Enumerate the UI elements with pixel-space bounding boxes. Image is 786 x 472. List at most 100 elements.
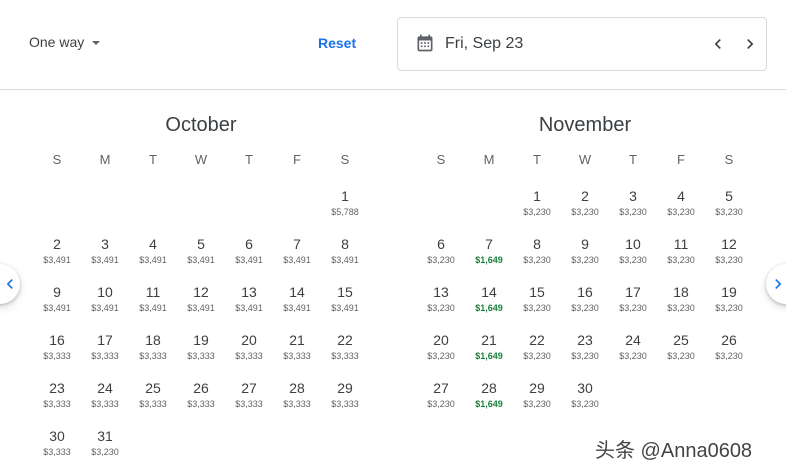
price-label: $3,230 xyxy=(715,351,743,361)
day-cell[interactable]: 18 $3,333 xyxy=(129,326,177,374)
day-cell[interactable]: 22 $3,230 xyxy=(513,326,561,374)
day-cell[interactable]: 21 $3,333 xyxy=(273,326,321,374)
day-cell[interactable]: 6 $3,230 xyxy=(417,230,465,278)
day-cell[interactable]: 11 $3,230 xyxy=(657,230,705,278)
day-cell[interactable]: 27 $3,230 xyxy=(417,374,465,422)
day-number: 14 xyxy=(481,284,497,300)
day-cell[interactable]: 23 $3,230 xyxy=(561,326,609,374)
day-cell[interactable]: 14 $3,491 xyxy=(273,278,321,326)
day-cell[interactable]: 12 $3,230 xyxy=(705,230,753,278)
departure-date-field[interactable]: Fri, Sep 23 xyxy=(397,17,767,71)
price-label: $3,333 xyxy=(187,399,215,409)
day-cell[interactable]: 20 $3,230 xyxy=(417,326,465,374)
day-cell[interactable]: 29 $3,230 xyxy=(513,374,561,422)
day-cell[interactable]: 9 $3,491 xyxy=(33,278,81,326)
day-cell[interactable]: 12 $3,491 xyxy=(177,278,225,326)
day-number: 20 xyxy=(241,332,257,348)
price-label: $3,491 xyxy=(139,303,167,313)
day-cell[interactable]: 13 $3,230 xyxy=(417,278,465,326)
scroll-left-button[interactable] xyxy=(0,264,20,304)
day-cell[interactable]: 21 $1,649 xyxy=(465,326,513,374)
day-cell[interactable]: 17 $3,230 xyxy=(609,278,657,326)
month-title: October xyxy=(165,114,237,136)
day-number: 27 xyxy=(433,380,449,396)
day-cell[interactable]: 24 $3,333 xyxy=(81,374,129,422)
day-number: 6 xyxy=(245,236,253,252)
price-label: $3,230 xyxy=(427,303,455,313)
day-number: 24 xyxy=(625,332,641,348)
day-cell[interactable]: 7 $1,649 xyxy=(465,230,513,278)
empty-day-cell xyxy=(81,182,129,230)
day-cell[interactable]: 30 $3,333 xyxy=(33,422,81,470)
day-cell[interactable]: 29 $3,333 xyxy=(321,374,369,422)
day-cell[interactable]: 25 $3,333 xyxy=(129,374,177,422)
next-date-button[interactable] xyxy=(740,34,760,54)
day-cell[interactable]: 16 $3,333 xyxy=(33,326,81,374)
price-label: $3,491 xyxy=(235,255,263,265)
day-cell[interactable]: 1 $5,788 xyxy=(321,182,369,230)
day-cell[interactable]: 11 $3,491 xyxy=(129,278,177,326)
day-number: 8 xyxy=(341,236,349,252)
day-number: 12 xyxy=(721,236,737,252)
day-cell[interactable]: 4 $3,230 xyxy=(657,182,705,230)
day-cell[interactable]: 26 $3,230 xyxy=(705,326,753,374)
day-cell[interactable]: 17 $3,333 xyxy=(81,326,129,374)
lowest-price-label: $1,649 xyxy=(475,399,503,409)
day-cell[interactable]: 20 $3,333 xyxy=(225,326,273,374)
day-cell[interactable]: 28 $1,649 xyxy=(465,374,513,422)
day-cell[interactable]: 7 $3,491 xyxy=(273,230,321,278)
day-cell[interactable]: 24 $3,230 xyxy=(609,326,657,374)
day-cell[interactable]: 4 $3,491 xyxy=(129,230,177,278)
price-label: $3,333 xyxy=(331,399,359,409)
day-cell[interactable]: 5 $3,491 xyxy=(177,230,225,278)
day-cell[interactable]: 25 $3,230 xyxy=(657,326,705,374)
day-number: 4 xyxy=(677,188,685,204)
day-cell[interactable]: 8 $3,491 xyxy=(321,230,369,278)
day-number: 14 xyxy=(289,284,305,300)
day-cell[interactable]: 19 $3,230 xyxy=(705,278,753,326)
day-cell[interactable]: 23 $3,333 xyxy=(33,374,81,422)
day-cell[interactable]: 2 $3,230 xyxy=(561,182,609,230)
price-label: $3,491 xyxy=(43,303,71,313)
day-cell[interactable]: 30 $3,230 xyxy=(561,374,609,422)
day-cell[interactable]: 10 $3,230 xyxy=(609,230,657,278)
price-label: $3,491 xyxy=(43,255,71,265)
price-label: $3,230 xyxy=(667,255,695,265)
day-cell[interactable]: 6 $3,491 xyxy=(225,230,273,278)
trip-type-dropdown[interactable]: One way xyxy=(29,34,101,50)
departure-date-value: Fri, Sep 23 xyxy=(445,35,524,52)
day-cell[interactable]: 26 $3,333 xyxy=(177,374,225,422)
day-cell[interactable]: 16 $3,230 xyxy=(561,278,609,326)
day-cell[interactable]: 13 $3,491 xyxy=(225,278,273,326)
day-cell[interactable]: 15 $3,491 xyxy=(321,278,369,326)
day-cell[interactable]: 8 $3,230 xyxy=(513,230,561,278)
day-cell[interactable]: 14 $1,649 xyxy=(465,278,513,326)
day-cell[interactable]: 9 $3,230 xyxy=(561,230,609,278)
day-cell[interactable]: 31 $3,230 xyxy=(81,422,129,470)
price-label: $3,230 xyxy=(619,207,647,217)
scroll-right-button[interactable] xyxy=(766,264,786,304)
day-cell[interactable]: 28 $3,333 xyxy=(273,374,321,422)
day-cell[interactable]: 3 $3,491 xyxy=(81,230,129,278)
day-cell[interactable]: 19 $3,333 xyxy=(177,326,225,374)
day-cell[interactable]: 3 $3,230 xyxy=(609,182,657,230)
day-cell[interactable]: 10 $3,491 xyxy=(81,278,129,326)
day-cell[interactable]: 27 $3,333 xyxy=(225,374,273,422)
day-cell[interactable]: 2 $3,491 xyxy=(33,230,81,278)
day-cell[interactable]: 22 $3,333 xyxy=(321,326,369,374)
day-number: 28 xyxy=(289,380,305,396)
day-number: 11 xyxy=(673,236,689,252)
chevron-down-icon xyxy=(92,41,101,45)
day-number: 9 xyxy=(581,236,589,252)
day-cell[interactable]: 5 $3,230 xyxy=(705,182,753,230)
day-number: 31 xyxy=(97,428,113,444)
day-cell[interactable]: 15 $3,230 xyxy=(513,278,561,326)
reset-button[interactable]: Reset xyxy=(318,35,356,51)
price-label: $3,230 xyxy=(523,207,551,217)
day-cell[interactable]: 1 $3,230 xyxy=(513,182,561,230)
price-label: $3,333 xyxy=(91,399,119,409)
day-cell[interactable]: 18 $3,230 xyxy=(657,278,705,326)
price-label: $3,230 xyxy=(667,207,695,217)
price-label: $3,230 xyxy=(571,399,599,409)
previous-date-button[interactable] xyxy=(708,34,728,54)
